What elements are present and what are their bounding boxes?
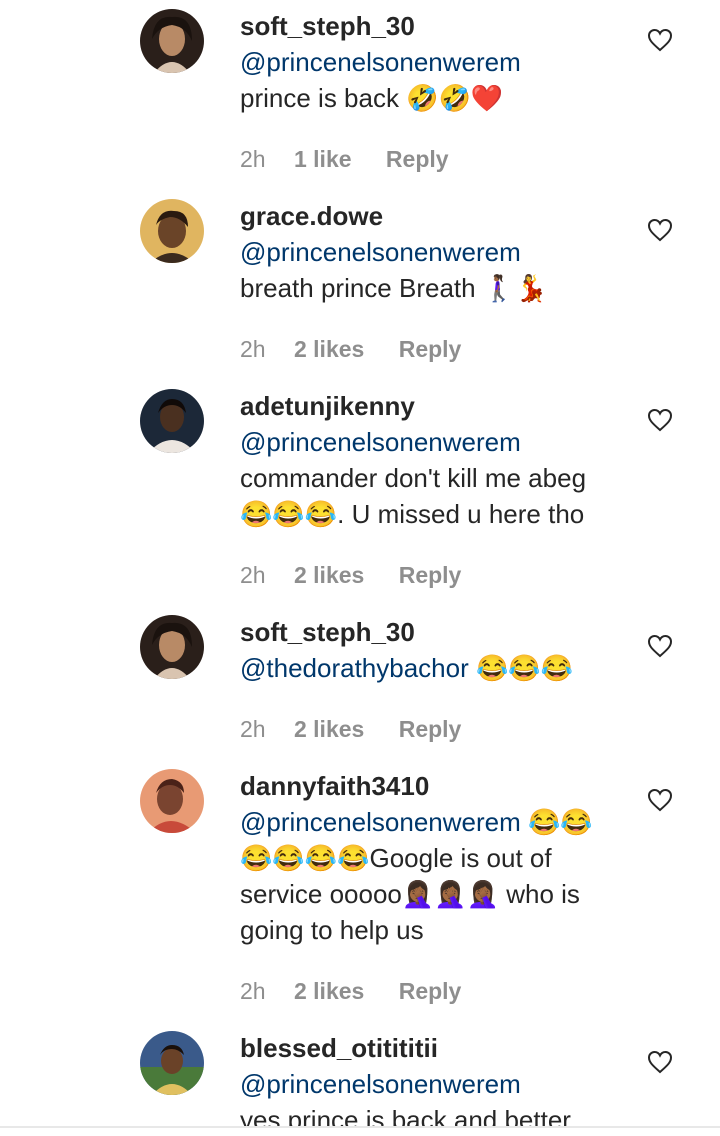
comment-likes[interactable]: 1 like	[294, 144, 352, 174]
comment-likes[interactable]: 2 likes	[294, 976, 364, 1006]
comment-item: blessed_otitititii @princenelsonenwerem …	[0, 1022, 720, 1126]
comment-mention[interactable]: @princenelsonenwerem	[240, 1069, 521, 1099]
comment-mention[interactable]: @princenelsonenwerem	[240, 807, 521, 837]
reply-button[interactable]: Reply	[399, 714, 462, 744]
comment-text: 😂😂😂😂Google is out of	[240, 843, 552, 873]
comment-mention[interactable]: @princenelsonenwerem	[240, 237, 521, 267]
comment-time: 2h	[240, 978, 266, 1004]
reply-button[interactable]: Reply	[399, 560, 462, 590]
comment-time: 2h	[240, 336, 266, 362]
comment-text: yes prince is back and better	[240, 1105, 571, 1126]
comment-time: 2h	[240, 146, 266, 172]
comment-likes[interactable]: 2 likes	[294, 560, 364, 590]
comment-meta: 2h 2 likes Reply	[240, 714, 461, 744]
comment-text: 😂😂😂	[468, 653, 574, 683]
comment-text: 😂😂	[520, 807, 593, 837]
comment-mention[interactable]: @thedorathybachor	[240, 653, 469, 683]
comment-username[interactable]: soft_steph_30	[240, 614, 640, 650]
comment-text: breath prince Breath 🚶🏾‍♀️💃	[240, 273, 548, 303]
reply-button[interactable]: Reply	[386, 144, 449, 174]
heart-outline-icon[interactable]	[647, 28, 673, 52]
comment-meta: 2h 1 like Reply	[240, 144, 449, 174]
comment-mention[interactable]: @princenelsonenwerem	[240, 47, 521, 77]
heart-outline-icon[interactable]	[647, 218, 673, 242]
comment-time: 2h	[240, 716, 266, 742]
avatar[interactable]	[140, 199, 204, 263]
comment-text: 😂😂😂. U missed u here tho	[240, 499, 585, 529]
avatar[interactable]	[140, 9, 204, 73]
comment-likes[interactable]: 2 likes	[294, 334, 364, 364]
heart-outline-icon[interactable]	[647, 788, 673, 812]
avatar[interactable]	[140, 615, 204, 679]
comment-time: 2h	[240, 562, 266, 588]
avatar[interactable]	[140, 389, 204, 453]
reply-button[interactable]: Reply	[399, 976, 462, 1006]
heart-outline-icon[interactable]	[647, 408, 673, 432]
avatar[interactable]	[140, 1031, 204, 1095]
comment-username[interactable]: adetunjikenny	[240, 388, 640, 424]
comment-text: going to help us	[240, 915, 424, 945]
comment-text: prince is back 🤣🤣❤️	[240, 83, 504, 113]
heart-outline-icon[interactable]	[647, 1050, 673, 1074]
comment-meta: 2h 2 likes Reply	[240, 334, 461, 364]
comment-text: service ooooo🤦🏾‍♀️🤦🏾‍♀️🤦🏾‍♀️ who is	[240, 879, 580, 909]
comment-likes[interactable]: 2 likes	[294, 714, 364, 744]
comment-meta: 2h 2 likes Reply	[240, 976, 461, 1006]
divider	[0, 1126, 720, 1128]
comment-text: commander don't kill me abeg	[240, 463, 587, 493]
avatar[interactable]	[140, 769, 204, 833]
comment-mention[interactable]: @princenelsonenwerem	[240, 427, 521, 457]
comment-username[interactable]: soft_steph_30	[240, 8, 640, 44]
comment-username[interactable]: dannyfaith3410	[240, 768, 640, 804]
comment-meta: 2h 2 likes Reply	[240, 560, 461, 590]
comment-username[interactable]: grace.dowe	[240, 198, 640, 234]
reply-button[interactable]: Reply	[399, 334, 462, 364]
heart-outline-icon[interactable]	[647, 634, 673, 658]
comment-username[interactable]: blessed_otitititii	[240, 1030, 640, 1066]
